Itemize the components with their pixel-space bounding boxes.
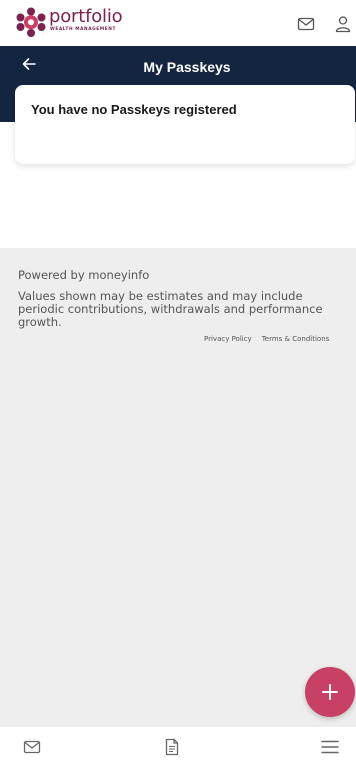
logo-mark-icon	[16, 7, 46, 37]
plus-icon	[322, 684, 338, 700]
powered-by-text: Powered by moneyinfo	[18, 268, 150, 282]
disclaimer-text: Values shown may be estimates and may in…	[18, 289, 323, 329]
document-icon[interactable]	[162, 737, 182, 757]
mail-icon[interactable]	[22, 737, 42, 757]
passkeys-card: You have no Passkeys registered	[15, 85, 355, 164]
empty-passkeys-message: You have no Passkeys registered	[31, 102, 237, 117]
brand-name: portfolio	[49, 6, 123, 27]
page-title: My Passkeys	[143, 59, 231, 75]
privacy-policy-link[interactable]: Privacy Policy	[204, 334, 252, 344]
logo-text: portfolio WEALTH MANAGEMENT	[49, 7, 159, 37]
mail-icon[interactable]	[296, 14, 316, 34]
terms-link[interactable]: Terms & Conditions	[262, 334, 330, 344]
brand-logo[interactable]: portfolio WEALTH MANAGEMENT	[16, 7, 159, 37]
menu-icon[interactable]	[320, 737, 340, 757]
footer-links: Privacy Policy Terms & Conditions	[204, 334, 356, 346]
add-passkey-button[interactable]	[305, 667, 355, 717]
user-icon[interactable]	[333, 14, 353, 34]
brand-tagline: WEALTH MANAGEMENT	[50, 27, 116, 32]
